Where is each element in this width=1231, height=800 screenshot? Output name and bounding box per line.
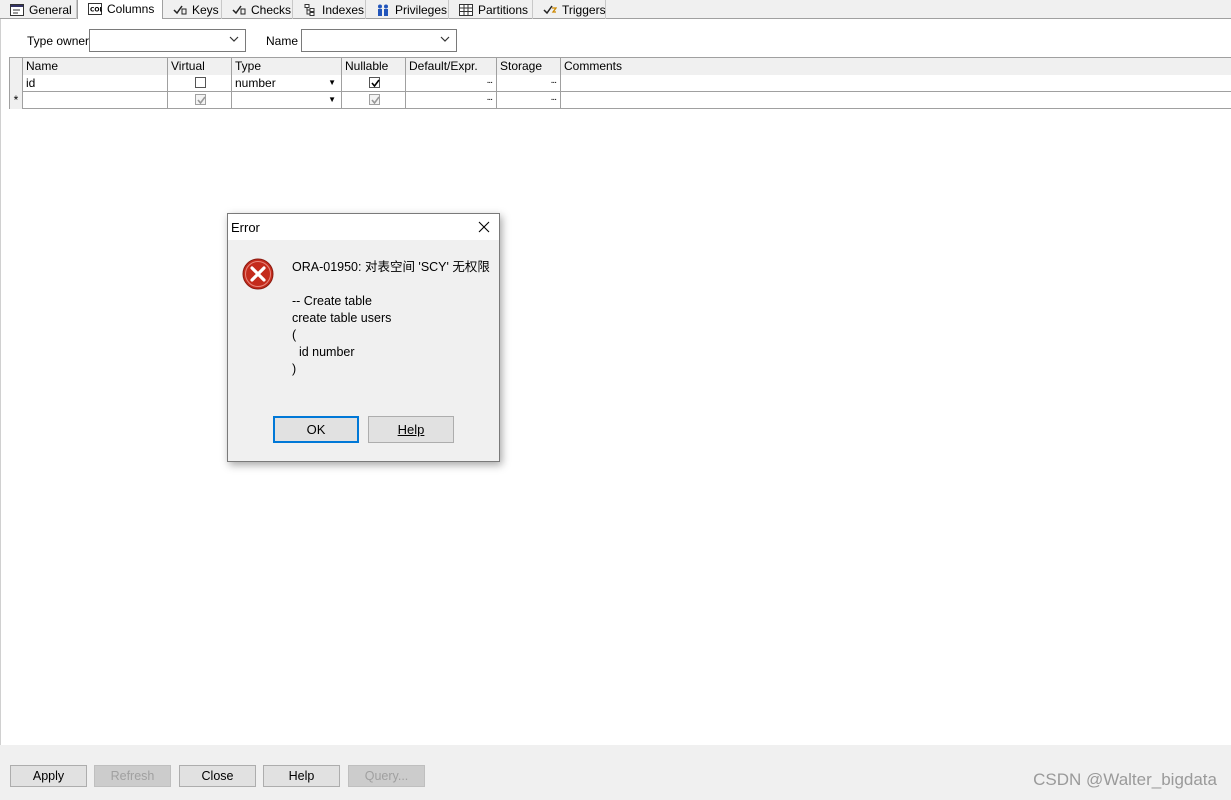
columns-grid: Name Virtual Type Nullable Default/Expr.… xyxy=(9,57,1231,109)
tab-partitions[interactable]: Partitions xyxy=(449,0,533,19)
tab-label: General xyxy=(29,2,72,17)
query-button[interactable]: Query... xyxy=(348,765,425,787)
header-type[interactable]: Type xyxy=(232,58,342,75)
check-icon xyxy=(232,4,246,16)
general-icon xyxy=(10,3,24,16)
dropdown-arrow-icon[interactable]: ▼ xyxy=(328,92,336,108)
dropdown-arrow-icon[interactable]: ▼ xyxy=(328,75,336,91)
apply-button[interactable]: Apply xyxy=(10,765,87,787)
tab-label: Indexes xyxy=(322,2,365,17)
error-dialog: Error ORA-01950: 对表空间 'SCY' 无权限 -- Creat… xyxy=(227,213,500,462)
table-row[interactable]: * ▼ ... ... xyxy=(9,92,1231,109)
default-cell[interactable]: ... xyxy=(406,75,497,92)
tab-keys[interactable]: Keys xyxy=(163,0,222,19)
help-button[interactable]: Help xyxy=(263,765,340,787)
checkmark-icon xyxy=(371,79,380,88)
tab-checks[interactable]: Checks xyxy=(222,0,293,19)
type-owner-select[interactable] xyxy=(89,29,246,52)
chevron-down-icon xyxy=(229,36,239,42)
virtual-cell xyxy=(168,75,232,92)
table-icon xyxy=(459,3,473,16)
ellipsis-button[interactable]: ... xyxy=(487,75,493,89)
table-row[interactable]: id number ▼ ... ... xyxy=(9,75,1231,92)
header-virtual[interactable]: Virtual xyxy=(168,58,232,75)
type-value: number xyxy=(235,76,276,90)
tab-bar: General COL Columns Keys Checks Indexes … xyxy=(0,0,1231,20)
name-cell[interactable] xyxy=(23,92,168,109)
tab-label: Columns xyxy=(107,2,155,16)
tab-label: Keys xyxy=(192,2,219,17)
type-cell[interactable]: number ▼ xyxy=(232,75,342,92)
refresh-button[interactable]: Refresh xyxy=(94,765,171,787)
bottom-button-bar: Apply Refresh Close Help Query... CSDN @… xyxy=(0,745,1231,800)
ellipsis-button[interactable]: ... xyxy=(551,75,557,89)
header-storage[interactable]: Storage xyxy=(497,58,561,75)
dialog-title: Error xyxy=(231,220,260,235)
columns-panel: Type owner Name Name Virtual Type Nullab… xyxy=(0,19,1231,745)
help-label: Help xyxy=(397,422,425,437)
col-icon: COL xyxy=(88,3,102,15)
users-icon xyxy=(376,4,390,16)
virtual-cell xyxy=(168,92,232,109)
trigger-icon xyxy=(543,4,557,16)
tab-triggers[interactable]: Triggers xyxy=(533,0,606,19)
comments-cell[interactable] xyxy=(561,75,1231,92)
type-owner-label: Type owner xyxy=(27,34,90,48)
error-message: ORA-01950: 对表空间 'SCY' 无权限 -- Create tabl… xyxy=(292,260,490,376)
tab-label: Checks xyxy=(251,2,292,17)
ok-button[interactable]: OK xyxy=(273,416,359,443)
new-row-indicator[interactable]: * xyxy=(9,92,23,109)
key-icon xyxy=(173,4,187,16)
chevron-down-icon xyxy=(440,36,450,42)
default-cell[interactable]: ... xyxy=(406,92,497,109)
storage-cell[interactable]: ... xyxy=(497,92,561,109)
grid-header: Name Virtual Type Nullable Default/Expr.… xyxy=(9,58,1231,75)
name-cell[interactable]: id xyxy=(23,75,168,92)
name-label: Name xyxy=(266,34,299,48)
header-name[interactable]: Name xyxy=(23,58,168,75)
ellipsis-button[interactable]: ... xyxy=(551,92,557,106)
close-icon xyxy=(478,221,490,233)
tab-indexes[interactable]: Indexes xyxy=(293,0,366,19)
header-default[interactable]: Default/Expr. xyxy=(406,58,497,75)
checkmark-icon xyxy=(197,96,206,105)
storage-cell[interactable]: ... xyxy=(497,75,561,92)
help-dialog-button[interactable]: Help xyxy=(368,416,454,443)
tab-privileges[interactable]: Privileges xyxy=(366,0,449,19)
row-indicator[interactable] xyxy=(9,75,23,92)
error-icon xyxy=(242,258,274,290)
name-select[interactable] xyxy=(301,29,457,52)
dialog-titlebar[interactable]: Error xyxy=(228,214,499,240)
svg-text:COL: COL xyxy=(90,7,102,14)
tab-label: Privileges xyxy=(395,2,448,17)
nullable-cell xyxy=(342,92,406,109)
close-window-button[interactable]: Close xyxy=(179,765,256,787)
virtual-checkbox[interactable] xyxy=(195,94,206,105)
nullable-checkbox[interactable] xyxy=(369,94,380,105)
index-icon xyxy=(303,3,317,16)
tab-columns[interactable]: COL Columns xyxy=(77,0,163,20)
nullable-cell xyxy=(342,75,406,92)
row-indicator-header xyxy=(9,58,23,75)
type-cell[interactable]: ▼ xyxy=(232,92,342,109)
tab-general[interactable]: General xyxy=(0,0,77,19)
nullable-checkbox[interactable] xyxy=(369,77,380,88)
ellipsis-button[interactable]: ... xyxy=(487,92,493,106)
tab-label: Partitions xyxy=(478,2,529,17)
close-button[interactable] xyxy=(469,214,499,240)
checkmark-icon xyxy=(371,96,380,105)
tab-label: Triggers xyxy=(562,2,606,17)
comments-cell[interactable] xyxy=(561,92,1231,109)
header-comments[interactable]: Comments xyxy=(561,58,1231,75)
virtual-checkbox[interactable] xyxy=(195,77,206,88)
filter-row: Type owner Name xyxy=(1,29,1231,53)
header-nullable[interactable]: Nullable xyxy=(342,58,406,75)
watermark: CSDN @Walter_bigdata xyxy=(1033,770,1217,789)
